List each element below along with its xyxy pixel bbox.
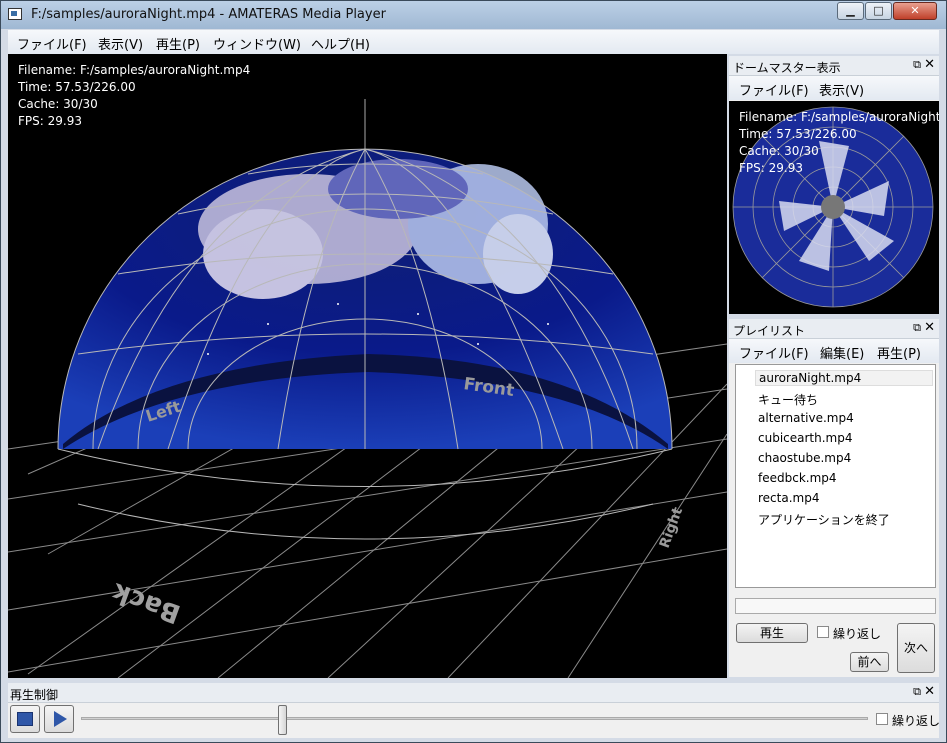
loop-checkbox[interactable] [876,713,888,725]
close-icon: ✕ [910,4,920,17]
seek-track[interactable] [81,717,868,720]
osd-cache: Cache: 30/30 [18,97,98,111]
list-item[interactable]: recta.mp4 [758,491,819,505]
osd-fps: FPS: 29.93 [18,114,82,128]
dome-menu-view[interactable]: 表示(V) [819,80,864,99]
dome-menu-file[interactable]: ファイル(F) [739,80,809,99]
playlist-list[interactable]: auroraNight.mp4 キュー待ち alternative.mp4 cu… [735,364,936,588]
menu-play[interactable]: 再生(P) [156,34,200,53]
playlist-menu: ファイル(F) 編集(E) 再生(P) [729,339,939,363]
label-right: Right [657,505,687,550]
menu-help[interactable]: ヘルプ(H) [311,34,370,53]
playback-panel: 再生制御 ⧉ ✕ 繰り返し [8,683,941,738]
close-icon[interactable]: ✕ [924,320,935,335]
float-icon[interactable]: ⧉ [913,685,921,699]
menu-file[interactable]: ファイル(F) [17,34,87,53]
dome-3d-view[interactable]: Front Left Back Right Filename: F:/sampl… [8,54,727,678]
stop-button[interactable] [10,705,40,733]
play-icon [54,711,67,727]
playlist-loop-checkbox[interactable] [817,626,829,638]
maximize-icon: □ [873,4,884,17]
next-button[interactable]: 次へ [897,623,935,673]
play-button[interactable]: 再生 [736,623,808,643]
dome-osd-filename: Filename: F:/samples/auroraNight.mp4 [739,110,939,124]
seek-thumb[interactable] [277,705,287,735]
dome-master-view[interactable]: Filename: F:/samples/auroraNight.mp4 Tim… [729,101,939,314]
app-icon [8,8,22,20]
close-button[interactable]: ✕ [893,2,937,20]
playlist-menu-edit[interactable]: 編集(E) [820,343,864,362]
list-item[interactable]: キュー待ち [758,391,818,408]
list-item[interactable]: auroraNight.mp4 [755,370,933,386]
menu-view[interactable]: 表示(V) [98,34,143,53]
dome-master-panel: ドームマスター表示 ⧉ ✕ ファイル(F) 表示(V) Filename: F:… [729,56,939,314]
loop-label: 繰り返し [892,714,941,728]
menu-window[interactable]: ウィンドウ(W) [213,34,301,53]
title-bar[interactable]: F:/samples/auroraNight.mp4 - AMATERAS Me… [1,1,946,29]
main-window: F:/samples/auroraNight.mp4 - AMATERAS Me… [0,0,947,743]
close-icon[interactable]: ✕ [924,57,935,72]
playlist-menu-play[interactable]: 再生(P) [877,343,921,362]
list-item[interactable]: chaostube.mp4 [758,451,851,465]
list-item[interactable]: アプリケーションを終了 [758,511,890,528]
dome-master-titlebar: ドームマスター表示 ⧉ ✕ [729,56,939,76]
minimize-button[interactable]: ▁ [837,2,864,20]
playback-titlebar: 再生制御 ⧉ ✕ [8,683,939,703]
dome-osd-time: Time: 57.53/226.00 [739,127,857,141]
dome-master-title: ドームマスター表示 [733,61,841,75]
playlist-title: プレイリスト [733,324,806,338]
osd-filename: Filename: F:/samples/auroraNight.mp4 [18,63,251,77]
dome-osd-cache: Cache: 30/30 [739,144,819,158]
playlist-panel: プレイリスト ⧉ ✕ ファイル(F) 編集(E) 再生(P) auroraNig… [729,319,939,677]
menu-bar: ファイル(F) 表示(V) 再生(P) ウィンドウ(W) ヘルプ(H) [8,30,939,54]
list-item[interactable]: feedbck.mp4 [758,471,837,485]
float-icon[interactable]: ⧉ [913,58,921,72]
playlist-titlebar: プレイリスト ⧉ ✕ [729,319,939,339]
label-back: Back [108,576,185,628]
float-icon[interactable]: ⧉ [913,321,921,335]
stop-icon [17,712,33,726]
playlist-loop-label: 繰り返し [833,627,882,641]
maximize-button[interactable]: □ [865,2,892,20]
dome-osd-fps: FPS: 29.93 [739,161,803,175]
prev-button[interactable]: 前へ [850,652,889,672]
playlist-menu-file[interactable]: ファイル(F) [739,343,809,362]
close-icon[interactable]: ✕ [924,684,935,699]
list-item[interactable]: alternative.mp4 [758,411,854,425]
playlist-edit-field[interactable] [735,598,936,614]
osd-time: Time: 57.53/226.00 [18,80,136,94]
dome-render: Front Left Back Right [8,99,727,678]
list-item[interactable]: cubicearth.mp4 [758,431,853,445]
minimize-icon: ▁ [846,4,855,17]
playback-title: 再生制御 [10,688,59,702]
play-pause-button[interactable] [44,705,74,733]
window-title: F:/samples/auroraNight.mp4 - AMATERAS Me… [31,7,386,22]
dome-master-menu: ファイル(F) 表示(V) [729,76,939,100]
